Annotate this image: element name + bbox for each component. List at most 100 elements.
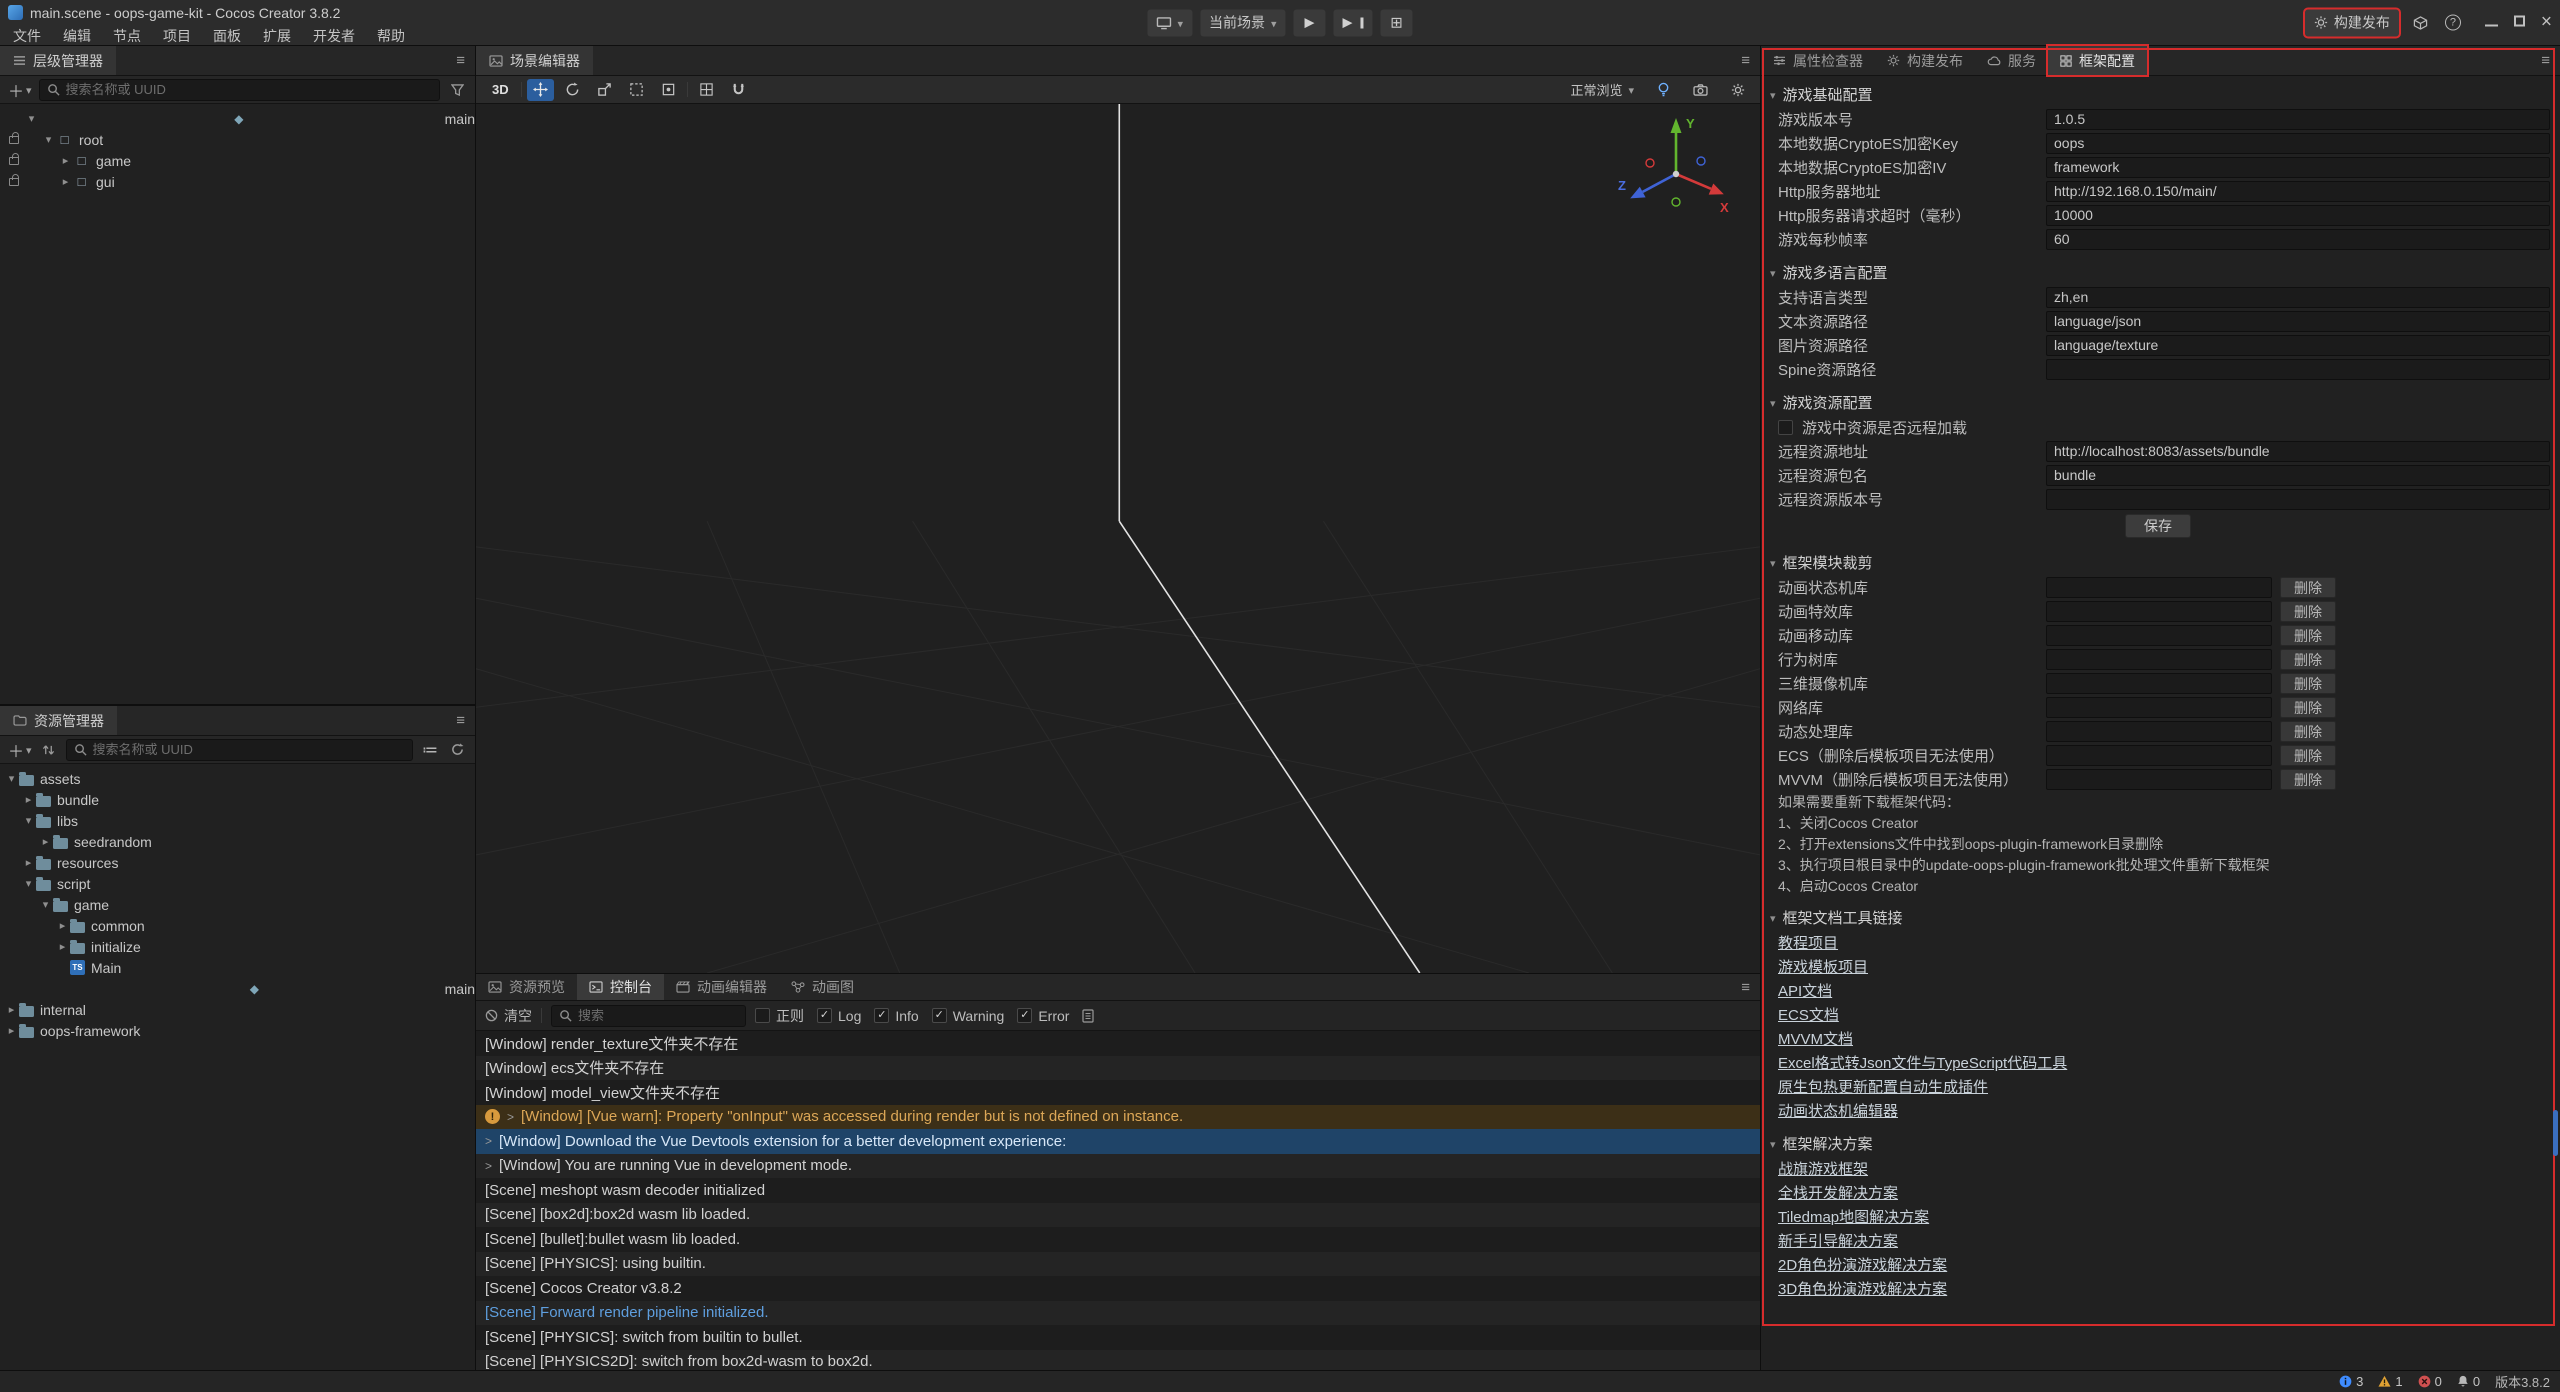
module-input[interactable] [2046,649,2272,670]
field-input[interactable] [2046,335,2550,356]
menu-item[interactable]: 编辑 [52,25,102,46]
clear-console-button[interactable]: 清空 [485,1005,532,1027]
tab-scene-editor[interactable]: 场景编辑器 [476,46,593,75]
menu-item[interactable]: 节点 [102,25,152,46]
tab-asset-preview[interactable]: 资源预览 [476,974,577,1000]
module-input[interactable] [2046,721,2272,742]
sort-button[interactable] [39,739,59,761]
remote-load-checkbox[interactable] [1778,420,1793,435]
console-search-input[interactable] [578,1008,738,1023]
section-header[interactable]: 框架模块裁剪 [1766,550,2550,575]
menu-item[interactable]: 帮助 [366,25,416,46]
expand-arrow-icon[interactable]: ▾ [4,772,19,785]
hierarchy-node-row[interactable]: ▸ game [0,150,475,171]
field-input[interactable] [2046,359,2550,380]
field-input[interactable] [2046,181,2550,202]
minimize-button[interactable] [2485,14,2498,32]
module-input[interactable] [2046,625,2272,646]
scene-settings-button[interactable] [1724,79,1751,101]
layout-button[interactable]: ⊞ [1381,9,1413,36]
expand-arrow-icon[interactable]: ▸ [55,919,70,932]
step-button[interactable]: ▶ [1334,9,1373,36]
preview-device-dropdown[interactable] [1147,9,1192,36]
hierarchy-node-row[interactable]: ▾ root [0,129,475,150]
asset-node-row[interactable]: ▸ internal [0,999,475,1020]
delete-module-button[interactable]: 删除 [2280,577,2336,598]
console-log-row[interactable]: > [Window] Download the Vue Devtools ext… [476,1129,1760,1154]
menu-item[interactable]: 项目 [152,25,202,46]
console-log-row[interactable]: > [Window] You are running Vue in develo… [476,1154,1760,1179]
expand-arrow-icon[interactable]: ▸ [58,175,73,188]
console-log-row[interactable]: [Scene] [PHYSICS]: switch from builtin t… [476,1325,1760,1350]
rotate-tool-button[interactable] [559,79,586,101]
scale-tool-button[interactable] [591,79,618,101]
delete-module-button[interactable]: 删除 [2280,673,2336,694]
module-input[interactable] [2046,601,2272,622]
field-input[interactable] [2046,441,2550,462]
asset-node-row[interactable]: ▾ assets [0,768,475,789]
console-log-row[interactable]: [Scene] meshopt wasm decoder initialized [476,1178,1760,1203]
module-input[interactable] [2046,745,2272,766]
panel-menu-icon[interactable]: ≡ [446,52,475,69]
hierarchy-node-row[interactable]: ▾ main [0,108,475,129]
field-input[interactable] [2046,229,2550,250]
doc-link[interactable]: Excel格式转Json文件与TypeScript代码工具 [1778,1052,2067,1073]
delete-module-button[interactable]: 删除 [2280,601,2336,622]
rect-tool-button[interactable] [623,79,650,101]
console-log-row[interactable]: [Scene] [box2d]:box2d wasm lib loaded. [476,1203,1760,1228]
delete-module-button[interactable]: 删除 [2280,721,2336,742]
delete-module-button[interactable]: 删除 [2280,769,2336,790]
expand-arrow-icon[interactable]: ▸ [21,856,36,869]
expand-arrow-icon[interactable]: ▾ [24,112,39,125]
section-header[interactable]: 游戏基础配置 [1766,82,2550,107]
hierarchy-node-row[interactable]: ▸ gui [0,171,475,192]
asset-node-row[interactable]: ▸ initialize [0,936,475,957]
console-filter-checkbox[interactable]: ✓ Error [1017,1008,1069,1024]
create-asset-button[interactable]: ＋ [8,739,32,761]
section-header[interactable]: 游戏资源配置 [1766,390,2550,415]
field-input[interactable] [2046,287,2550,308]
console-log-row[interactable]: [Window] ecs文件夹不存在 [476,1056,1760,1081]
menu-item[interactable]: 扩展 [252,25,302,46]
tab-property-inspector[interactable]: 属性检查器 [1761,46,1875,75]
console-filter-checkbox[interactable]: 正则 [755,1006,804,1026]
console-log-row[interactable]: [Window] model_view文件夹不存在 [476,1080,1760,1105]
panel-menu-icon[interactable]: ≡ [2531,52,2560,69]
delete-module-button[interactable]: 删除 [2280,649,2336,670]
grid-snap-button[interactable] [693,79,720,101]
asset-node-row[interactable]: ▸ oops-framework [0,1020,475,1041]
asset-node-row[interactable]: ▾ libs [0,810,475,831]
view-mode-dropdown[interactable]: 正常浏览 [1564,80,1640,99]
field-input[interactable] [2046,489,2550,510]
filter-button[interactable] [447,79,467,101]
lock-icon[interactable] [9,178,19,186]
field-input[interactable] [2046,311,2550,332]
scene-light-toggle[interactable] [1650,79,1677,101]
console-log-row[interactable]: [Window] render_texture文件夹不存在 [476,1031,1760,1056]
status-error-count[interactable]: 0 [2418,1374,2442,1389]
asset-node-row[interactable]: ▸ common [0,915,475,936]
assets-search-input[interactable] [93,742,405,757]
play-button[interactable]: ▶ [1294,9,1326,36]
panel-menu-icon[interactable]: ≡ [446,712,475,729]
package-button[interactable] [2411,12,2431,34]
asset-node-row[interactable]: ▸ seedrandom [0,831,475,852]
asset-node-row[interactable]: ▾ script [0,873,475,894]
expand-arrow-icon[interactable]: ▸ [55,940,70,953]
asset-node-row[interactable]: Main [0,957,475,978]
asset-node-row[interactable]: main [0,978,475,999]
panel-menu-icon[interactable]: ≡ [1731,52,1760,69]
field-input[interactable] [2046,205,2550,226]
expand-arrow-icon[interactable]: ▾ [41,133,56,146]
console-log-row[interactable]: [Scene] Forward render pipeline initiali… [476,1301,1760,1326]
maximize-button[interactable] [2514,14,2525,32]
asset-node-row[interactable]: ▸ bundle [0,789,475,810]
lock-icon[interactable] [9,136,19,144]
expand-arrow-icon[interactable]: > [485,1159,492,1173]
delete-module-button[interactable]: 删除 [2280,745,2336,766]
solution-link[interactable]: 2D角色扮演游戏解决方案 [1778,1254,1947,1275]
tab-assets[interactable]: 资源管理器 [0,706,117,735]
expand-arrow-icon[interactable]: ▸ [4,1024,19,1037]
section-header[interactable]: 游戏多语言配置 [1766,260,2550,285]
expand-arrow-icon[interactable]: ▾ [21,814,36,827]
